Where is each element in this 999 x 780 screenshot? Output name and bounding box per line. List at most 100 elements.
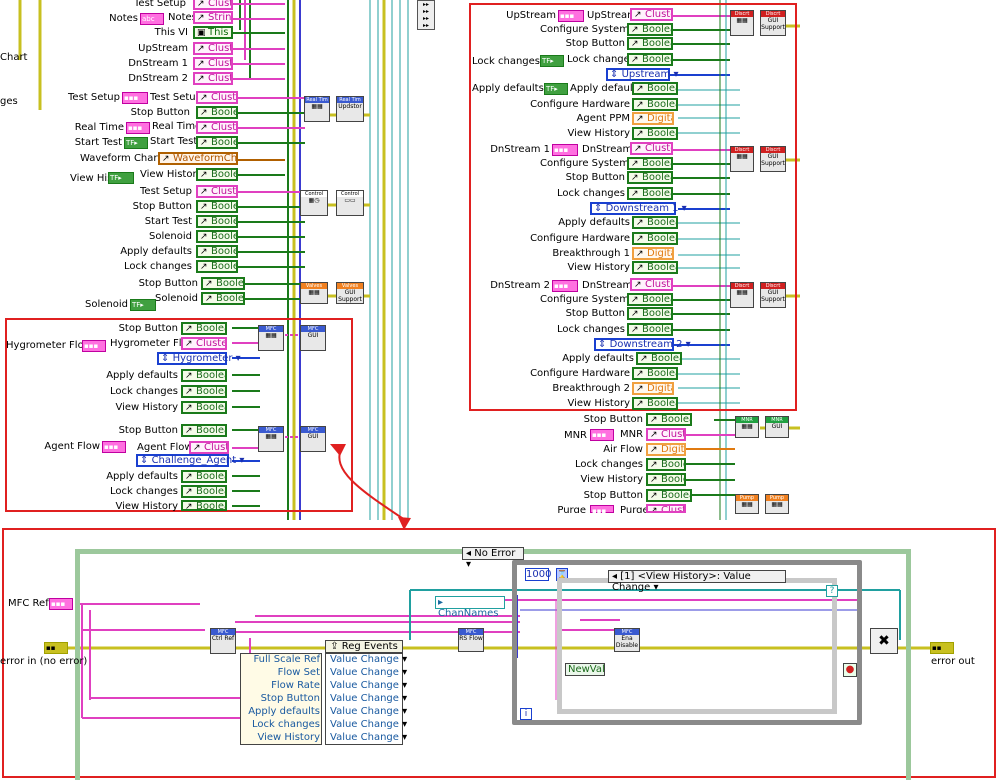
terminal-agent-cluster[interactable]: ↗Cluster: [189, 441, 229, 454]
terminal-solenoid-4[interactable]: ↗Boolean: [201, 292, 245, 305]
apply-defaults-r1-control[interactable]: TF▸: [544, 83, 568, 95]
reg-events-node[interactable]: ⇪ Reg Events: [325, 640, 403, 653]
terminal-stop-button-agent[interactable]: ↗Boolean: [181, 424, 227, 437]
close-reference-node[interactable]: ✖: [870, 628, 898, 654]
terminal-stop-button-hygro[interactable]: ↗Boolean: [181, 322, 227, 335]
terminal-dnstream2-r[interactable]: ↗Cluster: [630, 278, 673, 291]
event-action-dropdown[interactable]: Value Change ▾: [330, 667, 407, 678]
terminal-string[interactable]: ↗String: [193, 11, 233, 24]
terminal-configure-system-2[interactable]: ↗Boolean: [627, 157, 673, 170]
event-case-selector[interactable]: ◂ [1] <View History>: Value Change ▾: [608, 570, 786, 593]
terminal-start-test-bool[interactable]: ↗Boolean: [196, 136, 238, 149]
event-action-dropdown[interactable]: Value Change ▾: [330, 693, 407, 704]
mfc-agent-vi[interactable]: MFC ▦▦: [258, 426, 284, 452]
discrt-dn2-vi[interactable]: Discrt ▦▦: [730, 282, 754, 308]
terminal-configure-system-1[interactable]: ↗Boolean: [627, 23, 673, 36]
solenoid-bool-control[interactable]: TF▸: [130, 299, 156, 311]
stop-condition-icon[interactable]: ●: [843, 663, 857, 677]
valves-vi[interactable]: Valves ▦▦: [300, 282, 328, 304]
challenge-agent-enum[interactable]: ⇕ Challenge_Agent ▾: [136, 454, 244, 467]
error-out-indicator[interactable]: ▪▪: [930, 642, 954, 654]
hygrometer-enum[interactable]: ⇕ Hygrometer ▾: [157, 352, 241, 365]
terminal-stop-button-3[interactable]: ↗Boolean: [196, 200, 238, 213]
real-time-updstor-vi[interactable]: Real Tim Updstor: [336, 96, 364, 122]
terminal-view-history-hygro[interactable]: ↗Boolean: [181, 401, 227, 414]
pump-vi[interactable]: Pump ▦▦: [735, 494, 759, 514]
terminal-purge[interactable]: ↗Cluster: [646, 504, 686, 513]
discrt-upstream-vi[interactable]: Discrt ▦▦: [730, 10, 754, 36]
downstream1-enum[interactable]: ⇕ Downstream 1 ▾: [590, 202, 687, 215]
terminal-stop-button-r3[interactable]: ↗Boolean: [627, 307, 673, 320]
real-time-cluster-control[interactable]: ▪▪▪: [126, 122, 150, 134]
control-vi-2[interactable]: Control ▭▭: [336, 190, 364, 216]
terminal-apply-defaults-r2[interactable]: ↗Boolean: [632, 216, 678, 229]
terminal-real-time-cluster[interactable]: ↗Cluster: [196, 121, 238, 134]
error-in-control[interactable]: ▪▪: [44, 642, 68, 654]
terminal-test-setup-cluster[interactable]: ↗Cluster: [196, 91, 238, 104]
terminal-configure-hardware-2[interactable]: ↗Boolean: [632, 232, 678, 245]
discrt-upstream-gui-vi[interactable]: Discrt GUI Support: [760, 10, 786, 36]
terminal-upstream-r[interactable]: ↗Cluster: [630, 8, 673, 21]
terminal-breakthrough1[interactable]: ↗Digital: [632, 247, 674, 260]
case-selector-no-error[interactable]: ◂ No Error ▾: [462, 547, 524, 570]
event-action-dropdown[interactable]: Value Change ▾: [330, 654, 407, 665]
mnr-gui-vi[interactable]: MNR GUI: [765, 416, 789, 438]
terminal-apply-defaults-r3[interactable]: ↗Boolean: [636, 352, 682, 365]
terminal-lock-changes-hygro[interactable]: ↗Boolean: [181, 385, 227, 398]
terminal-lock-changes-mnr[interactable]: ↗Boolean: [646, 458, 686, 471]
terminal-this-vi[interactable]: ▣This VI: [193, 26, 233, 39]
real-time-vi[interactable]: Real Tim ▦▦: [304, 96, 330, 122]
agent-flow-control[interactable]: ▪▪▪: [102, 441, 126, 453]
terminal-view-history-r3[interactable]: ↗Boolean: [632, 397, 678, 410]
terminal-configure-hardware-3[interactable]: ↗Boolean: [632, 367, 678, 380]
event-action-dropdown[interactable]: Value Change ▾: [330, 706, 407, 717]
terminal-view-history-mnr[interactable]: ↗Boolean: [646, 473, 686, 486]
terminal-view-history-r1[interactable]: ↗Boolean: [632, 127, 678, 140]
mfc-refs-control[interactable]: ▪▪▪: [49, 598, 73, 610]
discrt-dn1-vi[interactable]: Discrt ▦▦: [730, 146, 754, 172]
terminal-stop-button-mnr[interactable]: ↗Boolean: [646, 413, 692, 426]
terminal-air-flow[interactable]: ↗Digital: [646, 443, 686, 456]
test-setup-cluster-control[interactable]: ▪▪▪: [122, 92, 148, 104]
pump-gui-vi[interactable]: Pump ▦▦: [765, 494, 789, 514]
mfc-hygro-vi[interactable]: MFC ▦▦: [258, 325, 284, 351]
notes-string-control[interactable]: abc: [140, 13, 164, 25]
terminal-stop-button-r1[interactable]: ↗Boolean: [627, 37, 673, 50]
terminal-upstream-cluster[interactable]: ↗Cluster: [193, 42, 233, 55]
terminal-agent-ppm[interactable]: ↗Digital: [632, 112, 674, 125]
view-history-bool-control[interactable]: TF▸: [108, 172, 134, 184]
terminal-waveform-chart[interactable]: ↗WaveformChart: [158, 152, 238, 165]
terminal-view-history-r2[interactable]: ↗Boolean: [632, 261, 678, 274]
ctrl-ref-vi[interactable]: MFC Ctrl Ref: [210, 628, 236, 654]
terminal-start-test-3[interactable]: ↗Boolean: [196, 215, 238, 228]
terminal-lock-changes-agent[interactable]: ↗Boolean: [181, 485, 227, 498]
terminal-stop-button-bool[interactable]: ↗Boolean: [196, 106, 238, 119]
terminal-dnstream1-cluster[interactable]: ↗Cluster: [193, 57, 233, 70]
start-test-bool-control[interactable]: TF▸: [124, 137, 148, 149]
mfc-hygro-gui-vi[interactable]: MFC GUI: [300, 325, 326, 351]
event-action-dropdown[interactable]: Value Change ▾: [330, 719, 407, 730]
discrt-dn2-gui-vi[interactable]: Discrt GUI Support: [760, 282, 786, 308]
control-vi[interactable]: Control ▦◷: [300, 190, 328, 216]
terminal-stop-button-r2[interactable]: ↗Boolean: [627, 171, 673, 184]
terminal-lock-changes-r1[interactable]: ↗Boolean: [627, 53, 673, 66]
upstream-enum[interactable]: ⇕ Upstream ▾: [606, 68, 678, 81]
terminal-apply-defaults-hygro[interactable]: ↗Boolean: [181, 369, 227, 382]
ena-disable-vi[interactable]: MFC Ena Disable: [614, 628, 640, 652]
hygrometer-flow-control[interactable]: ▪▪▪: [82, 340, 106, 352]
terminal-dnstream1-r[interactable]: ↗Cluster: [630, 142, 673, 155]
mnr-control[interactable]: ▪▪▪: [590, 429, 614, 441]
dnstream2-control[interactable]: ▪▪▪: [552, 280, 578, 292]
terminal-view-history-bool[interactable]: ↗Boolean: [196, 168, 238, 181]
valves-gui-support-vi[interactable]: Valves GUI Support: [336, 282, 364, 304]
terminal-view-history-agent[interactable]: ↗Boolean: [181, 500, 227, 511]
terminal-apply-defaults-3[interactable]: ↗Boolean: [196, 245, 238, 258]
mfc-agent-gui-vi[interactable]: MFC GUI: [300, 426, 326, 452]
terminal-test-setup-3[interactable]: ↗Cluster: [196, 185, 238, 198]
rs-flow-vi[interactable]: MFC RS Flow: [458, 628, 484, 652]
terminal-stop-button-4[interactable]: ↗Boolean: [201, 277, 245, 290]
downstream2-enum[interactable]: ⇕ Downstream 2 ▾: [594, 338, 691, 351]
terminal-apply-defaults-agent[interactable]: ↗Boolean: [181, 470, 227, 483]
terminal-breakthrough2[interactable]: ↗Digital: [632, 382, 674, 395]
terminal-configure-system-3[interactable]: ↗Boolean: [627, 293, 673, 306]
